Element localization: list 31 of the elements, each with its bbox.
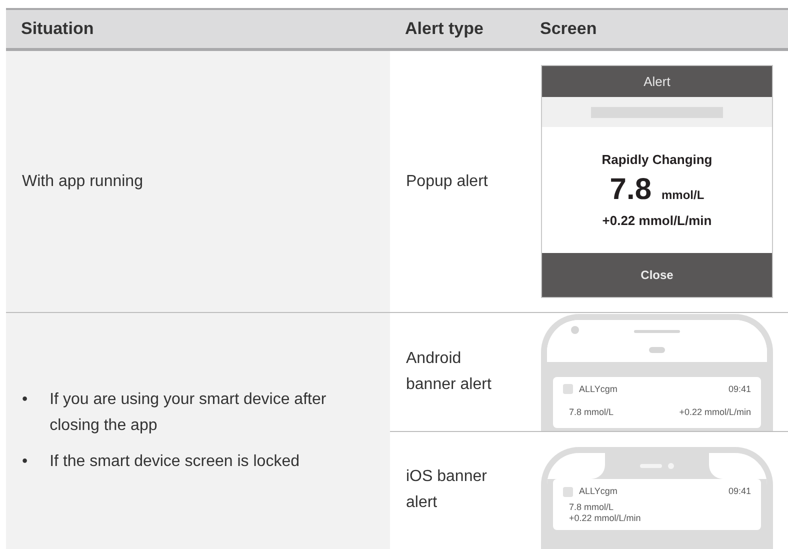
notification-time: 09:41 <box>728 485 751 498</box>
close-button[interactable]: Close <box>542 253 772 297</box>
camera-icon <box>571 326 579 334</box>
alert-heading: Rapidly Changing <box>602 150 712 169</box>
alert-type-text: iOS banner alert <box>406 467 488 514</box>
rate-text: +0.22 mmol/L/min <box>602 212 712 230</box>
rate-text: +0.22 mmol/L/min <box>679 406 751 419</box>
app-name: ALLYcgm <box>579 485 618 498</box>
sensor-icon <box>649 346 665 352</box>
rate-text: +0.22 mmol/L/min <box>569 512 642 524</box>
notification-time: 09:41 <box>728 382 751 396</box>
glucose-reading: 7.8 mmol/L <box>569 406 614 419</box>
situation-text: If the smart device screen is locked <box>50 452 300 472</box>
glucose-unit: mmol/L <box>662 187 704 204</box>
situation-text: With app running <box>22 172 144 192</box>
glucose-value: 7.8 <box>610 175 652 205</box>
app-icon <box>563 384 573 394</box>
bullet-mark: • <box>22 452 28 472</box>
glucose-reading: 7.8 mmol/L <box>569 502 615 512</box>
situation-text: If you are using your smart device after closing the app <box>50 390 328 436</box>
popup-title: Alert <box>542 66 772 97</box>
camera-icon <box>668 463 674 469</box>
alert-type-text: Popup alert <box>406 172 488 192</box>
alert-type-text: Android banner alert <box>406 348 492 395</box>
column-header: Screen <box>539 18 598 40</box>
app-icon <box>563 486 573 497</box>
column-header: Alert type <box>404 18 484 40</box>
app-name: ALLYcgm <box>579 382 618 396</box>
speaker-icon <box>634 330 680 332</box>
column-header: Situation <box>20 18 95 40</box>
bullet-mark: • <box>22 390 28 410</box>
